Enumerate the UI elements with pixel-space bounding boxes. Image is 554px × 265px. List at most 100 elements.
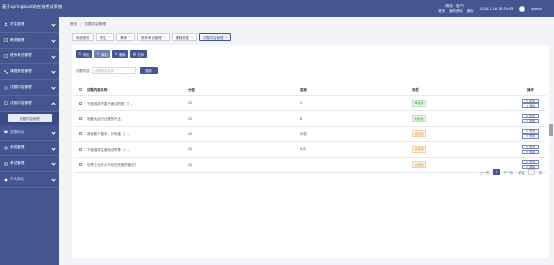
row-checkbox[interactable]: [79, 132, 82, 136]
cell-type: 多选题: [412, 145, 515, 153]
plus-icon: +: [96, 52, 100, 56]
print-button[interactable]: ▤ 打印: [130, 50, 147, 58]
delete-button[interactable]: ✕ 删除: [112, 50, 129, 58]
table-row: 说截大运行过程的不正。 20 B 判断题 ✎ 修改 ✕ 删除: [74, 111, 546, 127]
question-table: 试题内容名称 分值 答案 类型 操作 下面选项不属于面试的是（）。 20 C 单…: [74, 84, 546, 173]
next-page-button[interactable]: 下一页: [501, 169, 515, 175]
row-checkbox[interactable]: [79, 163, 82, 167]
tab-students[interactable]: 学生 ×: [95, 33, 115, 41]
tab-question-content[interactable]: 试题内容管理 ×: [199, 33, 232, 41]
row-delete-button[interactable]: ✕ 删除: [522, 118, 539, 124]
search-button[interactable]: 搜索: [139, 67, 158, 74]
tab-course-type[interactable]: 课程类型 ×: [171, 33, 198, 41]
row-checkbox[interactable]: [79, 147, 82, 151]
chat-icon: [4, 130, 8, 134]
cell-actions: ✎ 修改 ✕ 删除: [515, 98, 546, 108]
teacher-icon: [4, 38, 8, 42]
top-bar: 基于springboot的在线考试系统 （角色：用户） 首页 我的资料 退出 2…: [0, 0, 554, 17]
sidebar-item-label: 试题内容管理: [10, 85, 32, 90]
edit-label: 修改: [529, 160, 536, 165]
submenu-item-question-content[interactable]: 试题内容管理: [7, 114, 52, 123]
sidebar-item-label: 个人中心: [10, 177, 25, 182]
add-button[interactable]: + 添加: [93, 50, 111, 58]
row-checkbox[interactable]: [79, 117, 82, 121]
chevron-down-icon: [51, 38, 56, 43]
close-icon[interactable]: ×: [163, 35, 166, 39]
sidebar-item-system[interactable]: 系统管理: [0, 141, 59, 157]
tab-home[interactable]: 系统首页: [72, 33, 94, 41]
sidebar-item-label: 院系考试管理: [10, 53, 32, 58]
sidebar-item-students[interactable]: 学生管理: [0, 17, 59, 33]
edit-button[interactable]: ✎ 修改: [522, 144, 539, 150]
edit-button[interactable]: ✎ 修改: [522, 129, 539, 134]
top-right-area: （角色：用户） 首页 我的资料 退出 2024-1-16 18:59:45 ad…: [435, 2, 542, 15]
category-icon: [4, 70, 8, 74]
admin-name[interactable]: admin: [531, 7, 542, 11]
edit-icon: ✎: [525, 129, 529, 134]
chevron-down-icon: [51, 53, 56, 59]
sidebar-item-profile[interactable]: 个人中心: [0, 172, 59, 188]
header-score: 分值: [188, 88, 195, 92]
sidebar-item-label: 教师管理: [10, 37, 25, 42]
exam-icon: [4, 54, 8, 58]
avatar[interactable]: [519, 5, 526, 12]
delete-label: 删除: [119, 52, 126, 57]
tab-label: 课程类型: [175, 35, 190, 40]
edit-button[interactable]: ✎ 修改: [522, 160, 539, 165]
profile-link[interactable]: 我的资料: [449, 9, 463, 13]
select-all-checkbox[interactable]: [79, 88, 82, 91]
table-row: 世界上为什么不存在完美的面试? 20 主观题 ✎ 修改 ✕ 删除: [74, 158, 546, 173]
close-icon[interactable]: ×: [225, 35, 228, 39]
add-label: 添加: [100, 52, 108, 57]
cell-score: 20: [188, 162, 193, 167]
edit-label: 修改: [529, 144, 536, 149]
chevron-up-icon: [51, 102, 56, 108]
sidebar-item-questions[interactable]: 试题内容管理: [0, 80, 59, 96]
sidebar-item-exam-manage[interactable]: 考试管理: [0, 156, 59, 173]
cell-answer: A,B: [300, 147, 306, 152]
row-delete-button[interactable]: ✕ 删除: [522, 149, 539, 155]
export-button[interactable]: ⎘ 导出: [76, 50, 92, 58]
edit-button[interactable]: ✎ 修改: [522, 113, 539, 119]
sidebar-item-exams[interactable]: 院系考试管理: [0, 49, 59, 65]
sidebar-item-label: 交流中心: [10, 129, 25, 134]
sidebar-item-exchange[interactable]: 交流中心: [0, 125, 59, 141]
breadcrumb: 首页 / 试题内容管理: [70, 22, 106, 27]
close-icon[interactable]: ×: [191, 35, 194, 39]
type-badge: 填空题: [412, 130, 427, 138]
page-jump-input[interactable]: [528, 169, 536, 175]
search-input[interactable]: 试题内容名称: [91, 67, 136, 74]
home-link[interactable]: 首页: [438, 9, 445, 13]
cell-name: 下面选择生面测试时等（）。: [87, 147, 132, 152]
cell-answer: C: [300, 101, 303, 106]
current-page[interactable]: 1: [492, 169, 500, 175]
row-delete-label: 删除: [529, 119, 536, 124]
edit-button[interactable]: ✎ 修改: [522, 98, 539, 103]
prev-page-button[interactable]: 上一页: [478, 169, 492, 175]
edit-icon: ✎: [525, 144, 529, 149]
tab-teachers[interactable]: 教师 ×: [116, 33, 136, 41]
sidebar-item-papers[interactable]: 试卷内容管理: [0, 96, 59, 112]
breadcrumb-home[interactable]: 首页: [70, 22, 77, 27]
logout-link[interactable]: 退出: [467, 9, 474, 13]
edit-label: 修改: [529, 114, 536, 119]
type-badge: 多选题: [412, 145, 427, 153]
row-delete-button[interactable]: ✕ 删除: [522, 134, 539, 139]
tab-exam-manage[interactable]: 院系考试管理 ×: [137, 33, 170, 41]
search-row: 试题内容 试题内容名称 搜索: [76, 67, 158, 74]
chevron-down-icon: [51, 85, 56, 90]
row-delete-button[interactable]: ✕ 删除: [522, 103, 539, 108]
chevron-down-icon: [51, 145, 56, 151]
chevron-down-icon: [51, 177, 56, 182]
cell-actions: ✎ 修改 ✕ 删除: [515, 129, 546, 139]
cell-type: 主观题: [412, 161, 515, 169]
close-icon[interactable]: ×: [129, 35, 132, 39]
close-icon[interactable]: ×: [108, 35, 111, 39]
row-select-cell: [74, 147, 87, 151]
sidebar-item-label: 课程类型管理: [10, 69, 32, 74]
row-checkbox[interactable]: [79, 101, 82, 105]
scrollbar-thumb[interactable]: [549, 124, 553, 136]
sidebar-item-course-types[interactable]: 课程类型管理: [0, 64, 59, 81]
chevron-down-icon: [51, 69, 56, 75]
sidebar-item-teachers[interactable]: 教师管理: [0, 33, 59, 49]
